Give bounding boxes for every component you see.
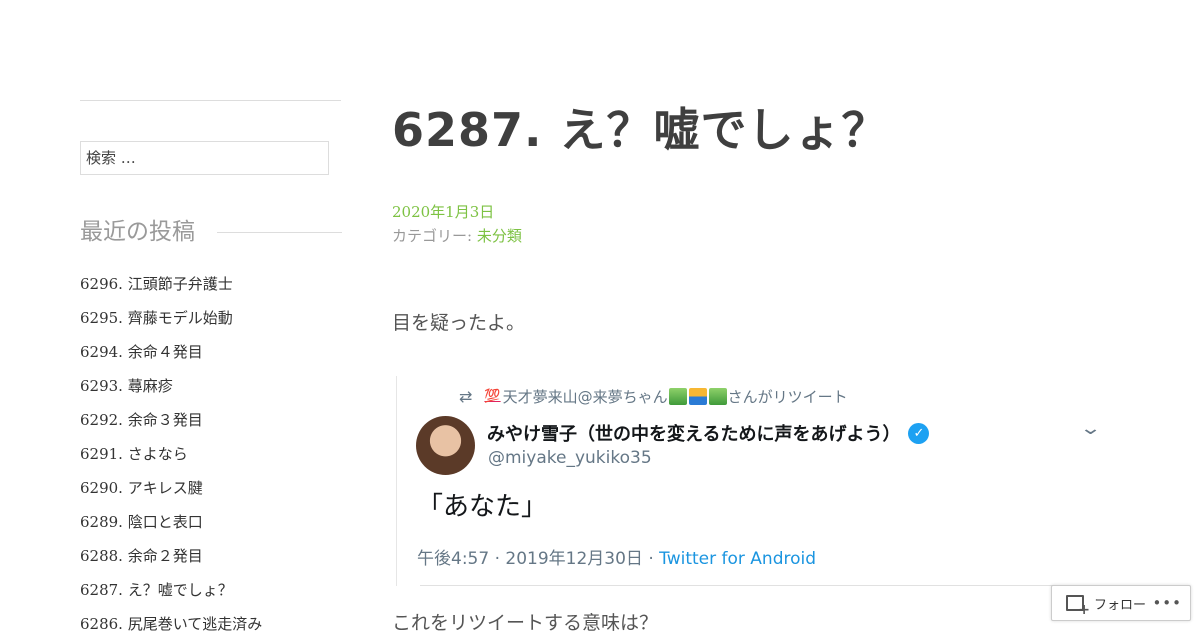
retweet-suffix: さんがリツイート [727,388,848,406]
tweet-author: みやけ雪子（世の中を変えるために声をあげよう） ✓ [487,420,930,446]
recent-post-link[interactable]: 6289. 陰口と表口 [80,505,342,539]
sidebar-divider [80,100,341,101]
post-title: 6287. え？嘘でしょ？ [392,103,889,157]
post-paragraph: これをリツイートする意味は？ [392,612,659,634]
recent-posts-list: 6296. 江頭節子弁護士 6295. 齊藤モデル始動 6294. 余命４発目 … [80,267,342,641]
reader-follow-icon [1066,595,1090,618]
recent-post-link[interactable]: 6287. え？嘘でしょ？ [80,573,342,607]
category-label: カテゴリー: [392,227,473,245]
post-paragraph: 目を疑ったよ。 [392,312,526,334]
search-input[interactable] [80,141,329,175]
recent-post-link[interactable]: 6296. 江頭節子弁護士 [80,267,342,301]
recent-post-link[interactable]: 6292. 余命３発目 [80,403,342,437]
follow-button[interactable]: フォロー [1094,594,1146,613]
post-date-link[interactable]: 2020年1月3日 [392,200,522,224]
post-meta: 2020年1月3日 カテゴリー: 未分類 [392,200,522,248]
recent-posts-header: 最近の投稿 [80,216,342,248]
tweet-bottom-border [420,585,1115,586]
chevron-down-icon[interactable]: ⌄ [1079,418,1102,439]
tweet-text: 「あなた」 [417,492,548,522]
recent-post-link[interactable]: 6295. 齊藤モデル始動 [80,301,342,335]
sidebar: 最近の投稿 6296. 江頭節子弁護士 6295. 齊藤モデル始動 6294. … [80,100,342,641]
recent-post-link[interactable]: 6294. 余命４発目 [80,335,342,369]
tweet-timestamp: 午後4:57 · 2019年12月30日 · Twitter for Andro… [417,544,816,569]
tweet-client-link[interactable]: Twitter for Android [659,549,816,569]
avatar[interactable] [416,416,475,475]
recent-post-link[interactable]: 6290. アキレス腱 [80,471,342,505]
author-name[interactable]: みやけ雪子（世の中を変えるために声をあげよう） [487,420,900,446]
recent-post-link[interactable]: 6291. さよなら [80,437,342,471]
more-options-icon[interactable]: ••• [1152,594,1182,612]
hundred-emoji-icon: 💯 [484,389,501,404]
tweet-time-link[interactable]: 午後4:57 · 2019年12月30日 · [417,549,659,569]
recent-post-link[interactable]: 6288. 余命２発目 [80,539,342,573]
embedded-tweet: ⇄ 💯 天才夢来山@来夢ちゃん さんがリツイート みやけ雪子（世の中を変えるため… [396,376,1115,586]
recent-posts-title: 最近の投稿 [80,219,205,245]
retweeter-name[interactable]: 天才夢来山@来夢ちゃん [503,386,668,407]
tree-emoji-icon [708,388,727,405]
recent-post-link[interactable]: 6286. 尻尾巻いて逃走済み [80,607,342,641]
author-handle[interactable]: @miyake_yukiko35 [488,448,652,468]
widget-title-rule [217,232,342,233]
recent-post-link[interactable]: 6293. 蕁麻疹 [80,369,342,403]
follow-widget[interactable]: フォロー ••• [1051,585,1191,621]
retweet-icon: ⇄ [459,387,473,406]
sunrise-emoji-icon [688,388,707,405]
verified-badge-icon: ✓ [908,422,930,444]
category-link[interactable]: 未分類 [477,227,522,245]
retweet-context: ⇄ 💯 天才夢来山@来夢ちゃん さんがリツイート [459,386,848,407]
tree-emoji-icon [668,388,687,405]
